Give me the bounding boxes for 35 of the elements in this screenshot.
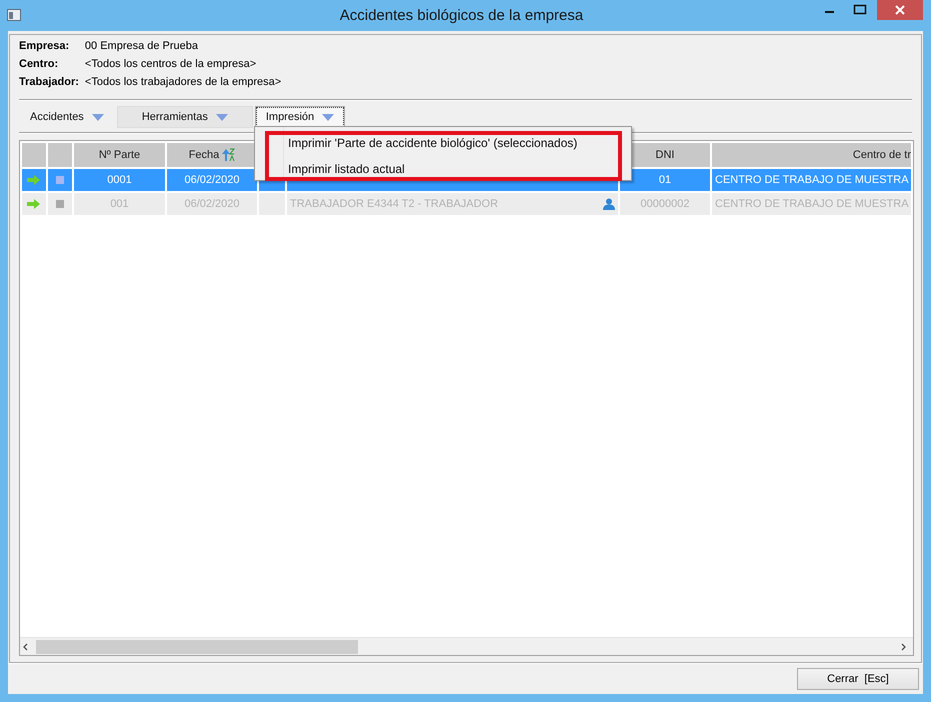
window-title: Accidentes biológicos de la empresa — [338, 7, 584, 24]
column-header[interactable]: DNI — [656, 149, 674, 161]
status-square-icon — [56, 176, 64, 184]
menu-button[interactable]: Herramientas — [116, 106, 253, 128]
menu-item[interactable]: Imprimir 'Parte de accidente biológico' (seleccionados) — [288, 133, 578, 153]
filter-value: <Todos los trabajadores de la empresa> — [84, 75, 282, 89]
caret-icon — [322, 114, 334, 120]
table-cell: 0001 — [107, 174, 132, 186]
filter-value: 00 Empresa de Prueba — [84, 39, 200, 53]
app-icon — [7, 9, 21, 21]
menu-item[interactable]: Imprimir listado actual — [288, 159, 405, 179]
table-cell: 001 — [110, 198, 129, 210]
column-header[interactable]: Centro de tr — [852, 149, 911, 161]
table-cell: CENTRO DE TRABAJO DE MUESTRA — [715, 174, 909, 186]
filter-value: <Todos los centros de la empresa> — [84, 57, 258, 71]
menu-button[interactable]: Impresión — [254, 106, 346, 128]
table-cell: 06/02/2020 — [184, 198, 240, 210]
status-square-icon — [56, 200, 64, 208]
scrollbar-thumb[interactable] — [36, 640, 358, 654]
filter-label: Empresa: — [19, 39, 70, 53]
arrow-right-icon — [27, 199, 41, 210]
filter-label: Centro: — [19, 57, 60, 71]
table-cell: CENTRO DE TRABAJO DE MUESTRA — [715, 198, 909, 210]
caret-icon — [216, 114, 228, 120]
table-cell: 06/02/2020 — [184, 174, 240, 186]
table-cell: 00000002 — [640, 198, 690, 210]
table-cell: 01 — [658, 174, 672, 186]
filter-label: Trabajador: — [19, 75, 79, 89]
caret-icon — [92, 114, 104, 120]
close-button[interactable]: Cerrar [Esc] — [797, 668, 919, 690]
sort-icon — [221, 148, 236, 162]
arrow-right-icon — [27, 175, 41, 186]
column-header[interactable]: Fecha — [188, 148, 220, 161]
table-cell: TRABAJADOR E4344 T2 - TRABAJADOR — [290, 198, 498, 210]
close-button[interactable] — [877, 0, 923, 20]
